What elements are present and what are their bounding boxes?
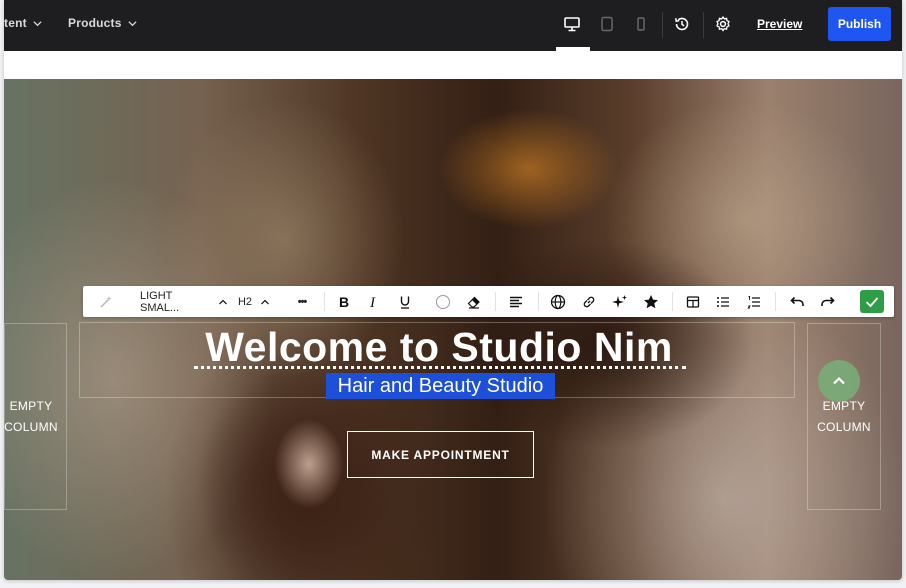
bold-icon: B bbox=[339, 295, 349, 309]
divider bbox=[662, 12, 663, 38]
eraser-icon bbox=[467, 296, 480, 309]
chevron-up-icon bbox=[833, 376, 845, 385]
table-button[interactable] bbox=[684, 286, 702, 317]
empty-column-label: COLUMN bbox=[817, 420, 871, 434]
italic-icon: I bbox=[369, 295, 376, 309]
redo-icon bbox=[821, 296, 835, 306]
favorite-button[interactable] bbox=[642, 286, 660, 317]
active-device-indicator bbox=[556, 47, 590, 51]
bold-button[interactable]: B bbox=[335, 286, 353, 317]
publish-button[interactable]: Publish bbox=[828, 7, 891, 41]
link-icon bbox=[583, 296, 595, 307]
toolbar-divider bbox=[324, 292, 325, 311]
bullet-list-button[interactable] bbox=[714, 286, 732, 317]
empty-column-right[interactable]: EMPTY COLUMN bbox=[816, 396, 872, 438]
text-style-dropdown[interactable]: LIGHT SMAL... bbox=[140, 286, 210, 317]
empty-column-label: EMPTY bbox=[9, 399, 53, 413]
magic-wand-icon bbox=[100, 295, 112, 308]
numbered-list-icon bbox=[747, 295, 760, 308]
toolbar-divider bbox=[538, 292, 539, 311]
mobile-icon bbox=[637, 17, 645, 31]
desktop-icon bbox=[564, 17, 580, 32]
empty-column-left[interactable]: EMPTY COLUMN bbox=[4, 396, 58, 438]
divider bbox=[703, 12, 704, 38]
mobile-view-button[interactable] bbox=[630, 12, 652, 36]
text-color-button[interactable] bbox=[434, 286, 452, 317]
numbered-list-button[interactable] bbox=[745, 286, 763, 317]
chevron-down-icon bbox=[127, 20, 137, 26]
scroll-to-top-button[interactable] bbox=[818, 360, 860, 402]
tablet-view-button[interactable] bbox=[596, 12, 618, 36]
svg-text:I: I bbox=[369, 295, 376, 309]
chevron-up-icon bbox=[219, 299, 227, 304]
redo-button[interactable] bbox=[819, 286, 837, 317]
text-formatting-toolbar: LIGHT SMAL... H2 ••• B I bbox=[83, 286, 894, 317]
toolbar-divider bbox=[775, 292, 776, 311]
italic-button[interactable]: I bbox=[365, 286, 383, 317]
more-icon: ••• bbox=[297, 295, 308, 308]
sparkle-icon bbox=[612, 294, 627, 308]
checkmark-icon bbox=[865, 296, 879, 307]
heading-level-dropdown[interactable]: H2 bbox=[237, 286, 253, 317]
heading-level-label: H2 bbox=[237, 295, 253, 308]
nav-content-dropdown[interactable]: tent bbox=[4, 16, 43, 30]
editor-window: tent Products Preview Publish EMPTY COLU… bbox=[4, 0, 902, 580]
preview-link[interactable]: Preview bbox=[757, 17, 802, 31]
underline-button[interactable] bbox=[396, 286, 414, 317]
history-icon bbox=[675, 17, 689, 31]
nav-content-label: tent bbox=[4, 16, 27, 30]
make-appointment-button[interactable]: MAKE APPOINTMENT bbox=[347, 431, 534, 478]
undo-button[interactable] bbox=[788, 286, 806, 317]
nav-products-dropdown[interactable]: Products bbox=[68, 16, 138, 30]
desktop-view-button[interactable] bbox=[561, 12, 583, 36]
table-icon bbox=[686, 295, 700, 308]
globe-icon bbox=[550, 294, 566, 309]
text-style-label: LIGHT SMAL... bbox=[140, 289, 180, 314]
top-bar: tent Products Preview Publish bbox=[4, 0, 902, 51]
chevron-down-icon bbox=[33, 20, 42, 26]
align-button[interactable] bbox=[507, 286, 525, 317]
bullet-list-icon bbox=[717, 296, 729, 307]
svg-text:B: B bbox=[339, 295, 349, 309]
heading-level-chevron[interactable] bbox=[257, 286, 273, 317]
hero-title[interactable]: Welcome to Studio Nim bbox=[191, 324, 687, 371]
color-circle-icon bbox=[436, 294, 450, 309]
gear-icon bbox=[716, 15, 730, 32]
hero-subtitle-selected[interactable]: Hair and Beauty Studio bbox=[326, 373, 555, 399]
toolbar-divider bbox=[495, 292, 496, 311]
star-icon bbox=[644, 294, 658, 308]
toolbar-divider bbox=[672, 292, 673, 311]
more-options-button[interactable]: ••• bbox=[291, 286, 313, 317]
undo-icon bbox=[790, 296, 804, 306]
underline-icon bbox=[400, 296, 410, 309]
ai-assist-button[interactable] bbox=[611, 286, 629, 317]
spellcheck-underline bbox=[194, 366, 686, 369]
tablet-icon bbox=[601, 16, 613, 32]
settings-button[interactable] bbox=[712, 13, 734, 35]
align-left-icon bbox=[510, 296, 522, 307]
language-button[interactable] bbox=[549, 286, 567, 317]
history-button[interactable] bbox=[671, 13, 693, 35]
nav-products-label: Products bbox=[68, 16, 122, 30]
link-button[interactable] bbox=[580, 286, 598, 317]
text-style-chevron[interactable] bbox=[215, 286, 231, 317]
chevron-up-icon bbox=[261, 299, 269, 304]
ai-style-button[interactable] bbox=[95, 286, 117, 317]
clear-format-button[interactable] bbox=[465, 286, 483, 317]
empty-column-label: COLUMN bbox=[4, 420, 58, 434]
apply-changes-button[interactable] bbox=[860, 290, 884, 313]
